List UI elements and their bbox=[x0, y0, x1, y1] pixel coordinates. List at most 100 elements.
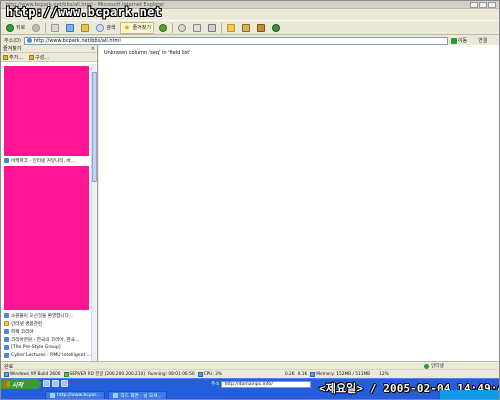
favorite-label: 소원풀이 오신것을 환영합니다... bbox=[11, 313, 74, 319]
organize-icon bbox=[28, 54, 34, 60]
taskbar-address-value: http://domainpc.info/ bbox=[224, 381, 273, 387]
favorites-button[interactable]: ★ 즐겨찾기 bbox=[120, 21, 154, 34]
favorite-page-icon bbox=[4, 329, 9, 334]
page-icon bbox=[26, 38, 32, 43]
folder-button[interactable] bbox=[225, 22, 237, 34]
forward-arrow-icon bbox=[32, 23, 41, 32]
add-favorite-icon bbox=[3, 54, 8, 60]
favorite-page-icon bbox=[4, 353, 9, 358]
favorite-folder[interactable]: 인터넷 경품관련 bbox=[4, 320, 42, 327]
favorite-item[interactable]: [The Pre-Style Group] bbox=[4, 344, 61, 351]
volume-info: 12% bbox=[379, 371, 389, 377]
upload-rate: 0.1K bbox=[297, 371, 308, 377]
favorite-page-icon bbox=[4, 158, 9, 163]
server-icon bbox=[63, 371, 69, 377]
taskbar-address-input[interactable]: http://domainpc.info/ bbox=[221, 380, 311, 388]
taskbar-button[interactable]: 리드 화면 - 님 모셔... bbox=[108, 391, 167, 399]
quick-launch-icon[interactable] bbox=[43, 380, 50, 387]
quick-launch-icon[interactable] bbox=[61, 380, 68, 387]
taskbar-address-toolbar: 주소 http://domainpc.info/ bbox=[211, 380, 311, 388]
quick-launch-icon[interactable] bbox=[52, 380, 59, 387]
star-icon: ★ bbox=[123, 22, 131, 32]
favorite-item[interactable]: Cyber Lectures - RMU Intelligent ... bbox=[4, 352, 91, 359]
pink-banner-top bbox=[4, 66, 89, 156]
favorite-item[interactable]: 바케파크 - 인터넷 커뮤니티, 바... bbox=[4, 157, 75, 164]
messenger-icon bbox=[271, 23, 280, 32]
sidebar-tools: 추가... 구성... bbox=[1, 53, 97, 62]
favorite-item[interactable]: 퍼펙 코리아 bbox=[4, 328, 34, 335]
system-info-bar: Windows XP Build 2600 SERVER RD 한글 [200.… bbox=[1, 369, 499, 378]
stop-button[interactable] bbox=[49, 22, 61, 34]
print-button[interactable] bbox=[206, 22, 218, 34]
task-label: 리드 화면 - 님 모셔... bbox=[120, 393, 162, 399]
favorite-label: [The Pre-Style Group] bbox=[11, 345, 61, 350]
home-button[interactable] bbox=[79, 22, 91, 34]
search-icon bbox=[96, 23, 105, 32]
maximize-button[interactable] bbox=[479, 2, 487, 8]
favorite-item[interactable]: 코리아천원 - 한국의 코리아, 한국... bbox=[4, 336, 79, 343]
media-icon bbox=[158, 23, 167, 32]
windows-logo-icon bbox=[4, 381, 10, 387]
tool-icon bbox=[256, 23, 265, 32]
address-input[interactable]: http://www.bcpark.net/bbs/all.html bbox=[23, 36, 448, 45]
toolbar: 뒤로 검색 ★ 즐겨찾기 bbox=[1, 20, 499, 35]
windows-icon bbox=[4, 371, 9, 377]
toolbar-separator bbox=[220, 22, 222, 33]
address-label: 주소(D) bbox=[4, 38, 21, 44]
sidebar-list: 바케파크 - 인터넷 커뮤니티, 바... 소원풀이 오신것을 환영합니다...… bbox=[1, 64, 91, 361]
toolbar-separator bbox=[171, 22, 173, 33]
start-button[interactable]: 시작 bbox=[1, 379, 41, 389]
printer-icon bbox=[207, 23, 216, 32]
minimize-button[interactable] bbox=[470, 2, 478, 8]
history-icon bbox=[177, 23, 186, 32]
go-arrow-icon bbox=[450, 37, 457, 44]
taskbar-tasks: http://www.bcpar... 리드 화면 - 님 모셔... bbox=[45, 391, 167, 399]
tool-button-a[interactable] bbox=[255, 22, 267, 34]
key-icon bbox=[241, 23, 250, 32]
cpu-info: CPU: 3% bbox=[197, 371, 222, 377]
favorite-label: 코리아천원 - 한국의 코리아, 한국... bbox=[11, 337, 80, 343]
refresh-button[interactable] bbox=[64, 22, 76, 34]
quick-launch bbox=[43, 380, 68, 387]
sidebar-close-icon[interactable]: × bbox=[91, 46, 95, 52]
browser-window: http://www.bcpark.net/bbs/all.html - Mic… bbox=[0, 0, 500, 400]
mail-icon bbox=[192, 23, 201, 32]
address-value: http://www.bcpark.net/bbs/all.html bbox=[33, 37, 121, 44]
window-controls bbox=[470, 2, 496, 8]
key-button[interactable] bbox=[240, 22, 252, 34]
taskbar-button[interactable]: http://www.bcpar... bbox=[45, 391, 106, 399]
memory-info: Memory: 152MB / 511MB bbox=[310, 371, 370, 377]
scrollbar-thumb[interactable] bbox=[92, 72, 97, 182]
sidebar-header: 즐겨찾기 × bbox=[1, 45, 97, 53]
app-icon bbox=[113, 393, 119, 398]
ie-icon bbox=[50, 393, 55, 398]
go-label: 이동 bbox=[457, 38, 468, 44]
favorite-label: 인터넷 경품관련 bbox=[11, 321, 43, 327]
server-info: SERVER RD 한글 [200.200.200.210] bbox=[63, 371, 145, 377]
favorite-item[interactable]: 소원풀이 오신것을 환영합니다... bbox=[4, 312, 73, 319]
search-button[interactable]: 검색 bbox=[94, 22, 117, 34]
close-button[interactable] bbox=[488, 2, 496, 8]
favorite-page-icon bbox=[4, 345, 9, 350]
add-favorite-button[interactable]: 추가... bbox=[3, 54, 23, 61]
favorite-label: 퍼펙 코리아 bbox=[11, 329, 34, 335]
memory-icon bbox=[310, 371, 316, 377]
history-button[interactable] bbox=[176, 22, 188, 34]
folder-icon bbox=[4, 321, 9, 326]
favorites-label: 즐겨찾기 bbox=[132, 25, 151, 31]
watermark-url: http://www.bcpark.net bbox=[6, 5, 162, 19]
sidebar-scrollbar[interactable] bbox=[91, 64, 97, 361]
uptime-info: Running: 08:01:06:50 bbox=[147, 371, 195, 377]
media-button[interactable] bbox=[157, 22, 169, 34]
back-button[interactable]: 뒤로 bbox=[4, 22, 27, 34]
links-label[interactable]: 연결 bbox=[478, 37, 487, 44]
forward-button[interactable] bbox=[30, 22, 42, 34]
stop-icon bbox=[51, 23, 60, 32]
go-button[interactable]: 이동 bbox=[450, 37, 468, 44]
tool-button-b[interactable] bbox=[270, 22, 282, 34]
mail-button[interactable] bbox=[191, 22, 203, 34]
home-icon bbox=[81, 23, 90, 32]
error-message: Unknown column 'seq' in 'field list' bbox=[104, 50, 191, 56]
organize-favorites-button[interactable]: 구성... bbox=[28, 54, 49, 61]
back-label: 뒤로 bbox=[16, 25, 26, 31]
